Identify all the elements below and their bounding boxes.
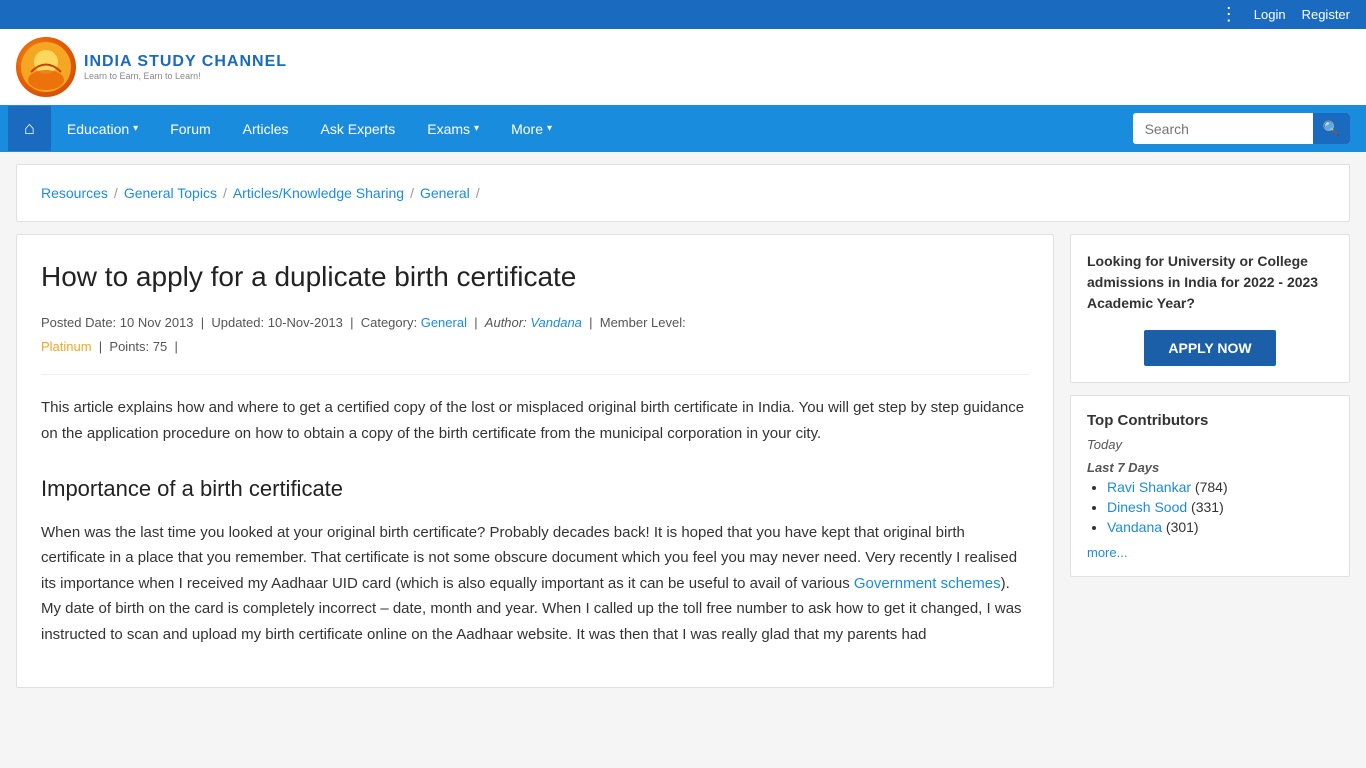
today-label: Today xyxy=(1087,437,1333,452)
member-level-link[interactable]: Platinum xyxy=(41,339,92,354)
contributor-item: Ravi Shankar (784) xyxy=(1107,479,1333,495)
contributors-title: Top Contributors xyxy=(1087,412,1333,429)
breadcrumb-item-1[interactable]: General Topics xyxy=(124,185,217,201)
home-nav-item[interactable]: ⌂ xyxy=(8,106,51,151)
nav-item-exams[interactable]: Exams xyxy=(411,107,495,151)
admissions-card: Looking for University or College admiss… xyxy=(1070,234,1350,383)
share-icon[interactable] xyxy=(1220,4,1238,25)
nav-item-more[interactable]: More xyxy=(495,107,568,151)
article-meta: Posted Date: 10 Nov 2013 | Updated: 10-N… xyxy=(41,311,1029,375)
article-intro: This article explains how and where to g… xyxy=(41,395,1029,446)
nav-item-articles[interactable]: Articles xyxy=(227,107,305,151)
sidebar: Looking for University or College admiss… xyxy=(1070,234,1350,688)
breadcrumb-separator: / xyxy=(223,185,227,201)
updated-label: Updated: xyxy=(211,315,264,330)
breadcrumb-item-3[interactable]: General xyxy=(420,185,470,201)
section1-body: When was the last time you looked at you… xyxy=(41,520,1029,648)
posted-date: 10 Nov 2013 xyxy=(120,315,194,330)
login-link[interactable]: Login xyxy=(1254,7,1286,22)
breadcrumb-separator: / xyxy=(114,185,118,201)
logo-title: INDIA STUDY CHANNEL xyxy=(84,53,287,71)
contributor-link[interactable]: Vandana xyxy=(1107,519,1162,535)
posted-date-label: Posted Date: xyxy=(41,315,116,330)
last7days-label: Last 7 Days xyxy=(1087,460,1333,475)
search-box: 🔍 xyxy=(1133,113,1350,144)
navigation: ⌂ EducationForumArticlesAsk ExpertsExams… xyxy=(0,105,1366,152)
search-input[interactable] xyxy=(1133,115,1313,143)
contributor-link[interactable]: Dinesh Sood xyxy=(1107,499,1187,515)
updated-date: 10-Nov-2013 xyxy=(268,315,343,330)
author-link[interactable]: Vandana xyxy=(530,315,582,330)
logo[interactable]: INDIA STUDY CHANNEL Learn to Earn, Earn … xyxy=(16,37,287,97)
section1-title: Importance of a birth certificate xyxy=(41,470,1029,507)
header: INDIA STUDY CHANNEL Learn to Earn, Earn … xyxy=(0,29,1366,105)
article-body: This article explains how and where to g… xyxy=(41,395,1029,647)
author-label: Author: xyxy=(485,315,527,330)
more-link[interactable]: more... xyxy=(1087,545,1333,560)
contributor-link[interactable]: Ravi Shankar xyxy=(1107,479,1191,495)
member-level-label: Member Level: xyxy=(600,315,686,330)
points-label: Points: xyxy=(109,339,149,354)
category-label: Category: xyxy=(361,315,417,330)
logo-subtitle: Learn to Earn, Earn to Learn! xyxy=(84,71,287,81)
apply-now-button[interactable]: APPLY NOW xyxy=(1144,330,1275,366)
logo-text: INDIA STUDY CHANNEL Learn to Earn, Earn … xyxy=(84,53,287,81)
breadcrumb: Resources / General Topics / Articles/Knowle… xyxy=(41,185,1325,201)
article-container: How to apply for a duplicate birth certi… xyxy=(16,234,1054,688)
breadcrumb-area: Resources / General Topics / Articles/Knowle… xyxy=(16,164,1350,222)
category-link[interactable]: General xyxy=(421,315,467,330)
nav-item-ask-experts[interactable]: Ask Experts xyxy=(305,107,412,151)
breadcrumb-separator: / xyxy=(476,185,480,201)
article-title: How to apply for a duplicate birth certi… xyxy=(41,259,1029,295)
logo-icon xyxy=(16,37,76,97)
govt-schemes-link[interactable]: Government schemes xyxy=(854,575,1001,592)
breadcrumb-separator: / xyxy=(410,185,414,201)
breadcrumb-item-0[interactable]: Resources xyxy=(41,185,108,201)
breadcrumb-item-2[interactable]: Articles/Knowledge Sharing xyxy=(233,185,404,201)
contributors-list: Ravi Shankar (784) Dinesh Sood (331) Vanda… xyxy=(1087,479,1333,535)
search-button[interactable]: 🔍 xyxy=(1313,113,1350,144)
admissions-text: Looking for University or College admiss… xyxy=(1087,251,1333,314)
contributor-item: Vandana (301) xyxy=(1107,519,1333,535)
register-link[interactable]: Register xyxy=(1302,7,1350,22)
contributors-card: Top Contributors Today Last 7 Days Ravi … xyxy=(1070,395,1350,577)
nav-item-education[interactable]: Education xyxy=(51,107,154,151)
main-layout: How to apply for a duplicate birth certi… xyxy=(16,234,1350,688)
points-value: 75 xyxy=(153,339,167,354)
contributor-item: Dinesh Sood (331) xyxy=(1107,499,1333,515)
top-bar: Login Register xyxy=(0,0,1366,29)
nav-item-forum[interactable]: Forum xyxy=(154,107,226,151)
